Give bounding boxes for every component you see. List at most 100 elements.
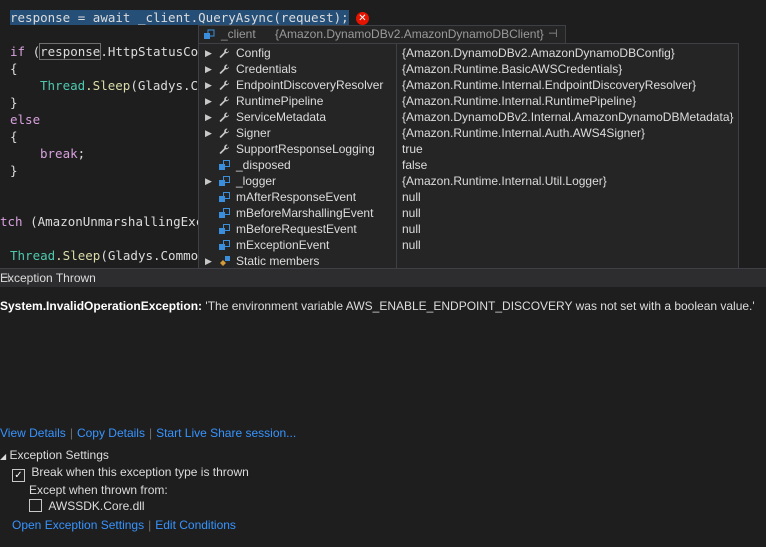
catch-keyword: tch: [0, 214, 23, 229]
code-line-4: Thread.Sleep(Gladys.Co: [40, 77, 206, 94]
code-line-5: }: [10, 95, 18, 110]
query-call-text: = await _client.QueryAsync(request);: [70, 10, 349, 25]
collapse-arrow-icon[interactable]: ◢: [0, 452, 6, 461]
datatip-row[interactable]: ▶ Credentials {Amazon.Runtime.BasicAWSCred…: [199, 61, 738, 77]
datatip-row[interactable]: SupportResponseLogging true: [199, 141, 738, 157]
datatip-variable-value[interactable]: {Amazon.DynamoDBv2.AmazonDynamoDBClient}: [275, 27, 544, 41]
wrench-icon: [218, 95, 231, 107]
datatip-row[interactable]: ▶ Signer {Amazon.Runtime.Internal.Auth.AWS…: [199, 125, 738, 141]
member-name: _logger: [236, 174, 277, 188]
expand-arrow-icon[interactable]: ▶: [205, 93, 212, 109]
exception-text: 'The environment variable AWS_ENABLE_END…: [202, 299, 755, 313]
expand-arrow-icon[interactable]: ▶: [205, 109, 212, 125]
expand-arrow-icon[interactable]: ▶: [205, 77, 212, 93]
member-name: _disposed: [236, 158, 291, 172]
link-separator: |: [69, 426, 73, 440]
member-name: SupportResponseLogging: [236, 142, 375, 156]
response-variable[interactable]: response: [10, 10, 71, 25]
edit-conditions-link[interactable]: Edit Conditions: [155, 518, 236, 532]
wrench-icon: [218, 127, 231, 139]
member-value[interactable]: null: [402, 189, 421, 205]
sleep-args: (Gladys.Co: [130, 78, 206, 93]
member-value[interactable]: null: [402, 221, 421, 237]
member-value[interactable]: {Amazon.Runtime.Internal.RuntimePipeline…: [402, 93, 636, 109]
code-line-9: }: [10, 163, 18, 178]
datatip-panel[interactable]: ▶ Config {Amazon.DynamoDBv2.AmazonDynamoDB…: [198, 43, 739, 272]
exception-type: System.InvalidOperationException:: [0, 299, 203, 313]
datatip-row[interactable]: ▶ Config {Amazon.DynamoDBv2.AmazonDynamoDB…: [199, 45, 738, 61]
member-name: Credentials: [236, 62, 297, 76]
code-line-3: {: [10, 61, 18, 76]
dll-label: AWSSDK.Core.dll: [48, 499, 145, 513]
member-name: Signer: [236, 126, 271, 140]
datatip-row[interactable]: mAfterResponseEvent null: [199, 189, 738, 205]
exception-settings-header[interactable]: ◢ Exception Settings: [0, 448, 109, 462]
code-line-7: {: [10, 129, 18, 144]
code-line-2[interactable]: if (response.HttpStatusCod: [10, 43, 206, 60]
datatip-row[interactable]: ▶ EndpointDiscoveryResolver {Amazon.Runtim…: [199, 77, 738, 93]
member-name: mBeforeMarshallingEvent: [236, 206, 374, 220]
break-when-thrown-row[interactable]: ✓ Break when this exception type is thro…: [12, 465, 249, 482]
datatip-row[interactable]: _disposed false: [199, 157, 738, 173]
member-value[interactable]: false: [402, 157, 427, 173]
member-value[interactable]: {Amazon.Runtime.Internal.Util.Logger}: [402, 173, 607, 189]
copy-details-link[interactable]: Copy Details: [77, 426, 145, 440]
wrench-icon: [218, 63, 231, 75]
link-separator: |: [148, 518, 152, 532]
datatip-header[interactable]: _client {Amazon.DynamoDBv2.AmazonDynamoD…: [198, 25, 566, 45]
member-value[interactable]: {Amazon.DynamoDBv2.AmazonDynamoDBConfig}: [402, 45, 675, 61]
dll-row[interactable]: AWSSDK.Core.dll: [29, 499, 145, 513]
break-when-thrown-checkbox[interactable]: ✓: [12, 469, 25, 482]
field-icon: [218, 239, 231, 251]
field-icon: [218, 207, 231, 219]
expand-arrow-icon[interactable]: ▶: [205, 125, 212, 141]
member-name: Static members: [236, 254, 320, 268]
field-icon: [218, 159, 231, 171]
view-details-link[interactable]: View Details: [0, 426, 66, 440]
member-name: EndpointDiscoveryResolver: [236, 78, 384, 92]
code-line-8: break;: [40, 145, 85, 162]
exception-message: System.InvalidOperationException: 'The e…: [0, 299, 755, 313]
datatip-row[interactable]: ▶ _logger {Amazon.Runtime.Internal.Util.Lo…: [199, 173, 738, 189]
member-name: RuntimePipeline: [236, 94, 324, 108]
datatip-row[interactable]: mBeforeMarshallingEvent null: [199, 205, 738, 221]
datatip-row[interactable]: mExceptionEvent null: [199, 237, 738, 253]
thread-type: Thread: [10, 248, 56, 263]
open-exception-settings-link[interactable]: Open Exception Settings: [12, 518, 144, 532]
member-value[interactable]: {Amazon.Runtime.Internal.Auth.AWS4Signer…: [402, 125, 645, 141]
datatip-row[interactable]: ▶ Static members: [199, 253, 738, 269]
member-value[interactable]: {Amazon.DynamoDBv2.Internal.AmazonDynamo…: [402, 109, 734, 125]
member-name: mExceptionEvent: [236, 238, 330, 252]
member-value[interactable]: {Amazon.Runtime.BasicAWSCredentials}: [402, 61, 622, 77]
response-ref[interactable]: response: [39, 43, 102, 60]
member-value[interactable]: null: [402, 205, 421, 221]
pin-icon[interactable]: ⊣: [0, 269, 762, 287]
member-name: ServiceMetadata: [236, 110, 327, 124]
thread-type: Thread: [40, 78, 86, 93]
semicolon: ;: [77, 146, 86, 161]
sleep-method: .Sleep: [85, 78, 131, 93]
exception-title-bar: Exception Thrown ⊣: [0, 269, 766, 287]
wrench-icon: [218, 143, 231, 155]
member-name: mBeforeRequestEvent: [236, 222, 357, 236]
code-line-6: else: [10, 112, 41, 127]
expand-arrow-icon[interactable]: ▶: [205, 173, 212, 189]
exception-helper: Exception Thrown ⊣ System.InvalidOperati…: [0, 268, 766, 547]
dll-checkbox[interactable]: [29, 499, 42, 512]
expand-arrow-icon[interactable]: ▶: [205, 45, 212, 61]
pin-icon[interactable]: ⊣: [548, 27, 558, 40]
expand-arrow-icon[interactable]: ▶: [205, 253, 212, 269]
status-code-text: .HttpStatusCod: [100, 44, 206, 59]
exception-links: View Details | Copy Details | Start Live Sha…: [0, 426, 296, 440]
member-value[interactable]: true: [402, 141, 423, 157]
live-share-link[interactable]: Start Live Share session...: [156, 426, 296, 440]
member-value[interactable]: {Amazon.Runtime.Internal.EndpointDiscove…: [402, 77, 696, 93]
datatip-row[interactable]: ▶ RuntimePipeline {Amazon.Runtime.Internal…: [199, 93, 738, 109]
expand-arrow-icon[interactable]: ▶: [205, 61, 212, 77]
member-value[interactable]: null: [402, 237, 421, 253]
datatip-row[interactable]: ▶ ServiceMetadata {Amazon.DynamoDBv2.Inter…: [199, 109, 738, 125]
link-separator: |: [148, 426, 153, 440]
datatip-row[interactable]: mBeforeRequestEvent null: [199, 221, 738, 237]
code-line-1[interactable]: response = await _client.QueryAsync(requ…: [10, 9, 349, 26]
exception-settings-links: Open Exception Settings | Edit Conditions: [12, 518, 236, 532]
